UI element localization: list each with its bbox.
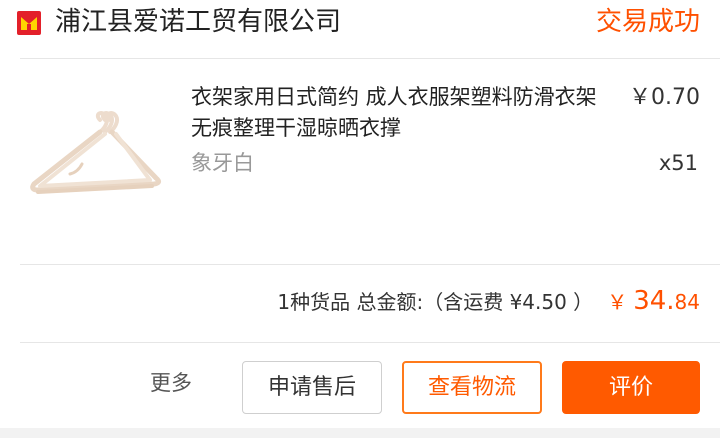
quantity: x51 xyxy=(658,151,698,175)
header-divider xyxy=(20,58,720,59)
product-title[interactable]: 衣架家用日式简约 成人衣服架塑料防滑衣架 无痕整理干湿晾晒衣撑 xyxy=(191,82,611,144)
product-divider xyxy=(20,264,720,265)
summary-divider xyxy=(20,342,720,343)
view-logistics-button[interactable]: 查看物流 xyxy=(402,361,542,414)
tmall-shop-icon xyxy=(17,11,41,35)
product-image[interactable] xyxy=(20,68,170,238)
order-header: 浦江县爱诺工贸有限公司 交易成功 xyxy=(0,0,720,48)
order-summary: 1种货品 总金额:（含运费 ¥4.50 ） ￥ 34. 84 xyxy=(277,286,700,326)
unit-price: ￥0.70 xyxy=(629,85,700,110)
total-amount-integer: 34. xyxy=(633,286,675,316)
review-button[interactable]: 评价 xyxy=(562,361,700,414)
total-currency: ￥ xyxy=(607,290,628,314)
total-amount-decimal: 84 xyxy=(674,290,700,314)
product-sku: 象牙白 xyxy=(191,151,254,175)
more-button[interactable]: 更多 xyxy=(150,368,192,398)
order-status: 交易成功 xyxy=(595,7,700,37)
store-name[interactable]: 浦江县爱诺工贸有限公司 xyxy=(55,4,341,40)
clothes-hanger-image xyxy=(30,111,162,194)
summary-text: 1种货品 总金额:（含运费 ¥4.50 ） xyxy=(277,290,594,314)
order-card: 浦江县爱诺工贸有限公司 交易成功 衣架家用日式简约 成人衣服架塑料防滑衣架 无痕… xyxy=(0,0,720,428)
apply-after-sales-button[interactable]: 申请售后 xyxy=(242,361,382,414)
